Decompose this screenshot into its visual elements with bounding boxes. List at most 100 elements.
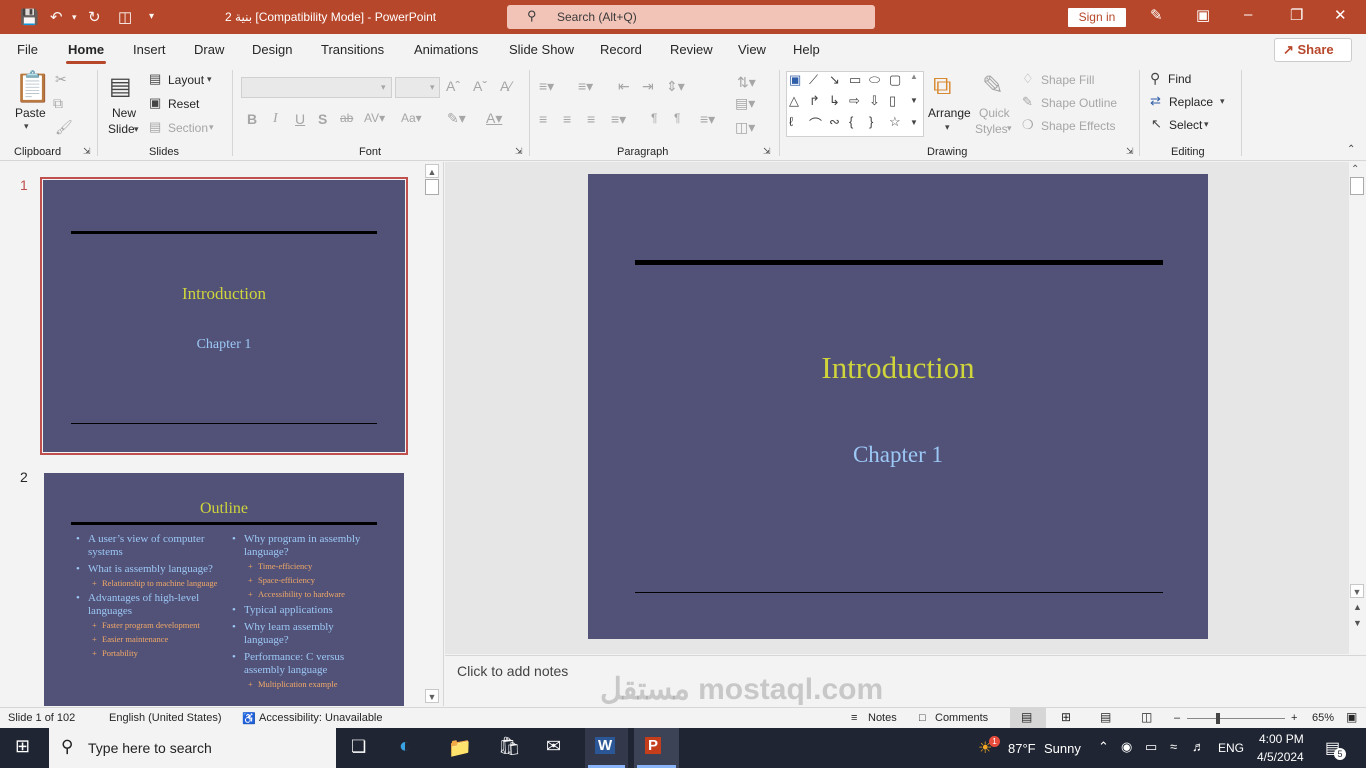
new-slide-label-2[interactable]: Slide xyxy=(108,122,135,136)
oval-shape-icon[interactable]: ⬭ xyxy=(869,72,880,88)
columns-icon[interactable]: ≡▾ xyxy=(700,111,715,128)
select-button[interactable]: Select xyxy=(1169,118,1202,132)
select-icon[interactable]: ↖ xyxy=(1151,116,1162,132)
slide-thumbnail-1[interactable]: Introduction Chapter 1 xyxy=(40,177,408,455)
tab-help[interactable]: Help xyxy=(793,42,820,57)
new-slide-dropdown-icon[interactable]: ▾ xyxy=(134,124,139,135)
layout-dropdown-icon[interactable]: ▾ xyxy=(207,74,212,85)
accessibility-status[interactable]: Accessibility: Unavailable xyxy=(259,712,383,724)
shape-outline-icon[interactable]: ✎ xyxy=(1022,94,1033,110)
scroll-down-icon[interactable]: ▼ xyxy=(1350,584,1364,598)
quick-styles-icon[interactable]: ✎ xyxy=(982,70,1004,101)
clipboard-launcher-icon[interactable]: ⇲ xyxy=(83,146,91,157)
arrow-line-shape-icon[interactable]: ↘ xyxy=(829,72,840,88)
line-spacing-icon[interactable]: ⇕▾ xyxy=(666,78,685,95)
triangle-shape-icon[interactable]: △ xyxy=(789,93,799,109)
tab-home[interactable]: Home xyxy=(65,42,107,64)
shape-fill-icon[interactable]: ♢ xyxy=(1022,71,1034,87)
text-direction-icon[interactable]: ⇅▾ xyxy=(737,74,756,91)
notes-icon[interactable]: ≡ xyxy=(851,712,857,724)
highlight-icon[interactable]: ✎▾ xyxy=(447,110,466,127)
character-spacing-icon[interactable]: AV▾ xyxy=(364,111,385,125)
paste-dropdown-icon[interactable]: ▾ xyxy=(24,121,29,132)
layout-icon[interactable]: ▤ xyxy=(149,71,161,87)
notes-pane[interactable]: Click to add notes xyxy=(445,655,1366,706)
shape-effects-icon[interactable]: ❍ xyxy=(1022,117,1034,133)
mail-icon[interactable]: ✉ xyxy=(546,736,561,757)
meet-now-icon[interactable]: ◉ xyxy=(1121,739,1132,755)
font-size-dropdown-icon[interactable]: ▾ xyxy=(430,82,435,93)
reset-button[interactable]: Reset xyxy=(168,97,199,111)
zoom-level[interactable]: 65% xyxy=(1312,712,1334,724)
save-icon[interactable]: 💾 xyxy=(20,8,39,26)
arrange-button[interactable]: Arrange xyxy=(928,106,971,120)
copy-icon[interactable]: ⧉ xyxy=(53,95,63,112)
tab-design[interactable]: Design xyxy=(252,42,292,57)
zoom-in-icon[interactable]: + xyxy=(1291,712,1297,724)
freeform-shape-icon[interactable]: ℓ xyxy=(789,114,793,129)
increase-font-icon[interactable]: Aˆ xyxy=(446,78,460,94)
next-slide-icon[interactable]: ▼ xyxy=(1353,618,1362,628)
collapse-ribbon-icon[interactable]: ⌃ xyxy=(1347,144,1355,155)
gallery-up-icon[interactable]: ▲ xyxy=(910,72,918,81)
scroll-up-icon[interactable]: ⌃ xyxy=(1351,164,1359,175)
scroll-up-icon[interactable]: ▲ xyxy=(425,164,439,178)
file-explorer-icon[interactable]: 📁 xyxy=(448,736,472,760)
clock-date[interactable]: 4/5/2024 xyxy=(1257,750,1304,764)
select-dropdown-icon[interactable]: ▾ xyxy=(1204,119,1209,130)
ribbon-display-icon[interactable]: ▣ xyxy=(1196,6,1210,24)
ltr-icon[interactable]: ¶ xyxy=(651,111,657,125)
slide-show-icon[interactable]: ◫ xyxy=(1141,710,1152,724)
elbow-connector-shape-icon[interactable]: ↱ xyxy=(809,93,820,109)
tab-draw[interactable]: Draw xyxy=(194,42,224,57)
quick-styles-label-2[interactable]: Styles xyxy=(975,122,1008,136)
accessibility-icon[interactable]: ♿ xyxy=(242,712,256,725)
font-color-icon[interactable]: A▾ xyxy=(486,110,502,127)
rtl-icon[interactable]: ¶ xyxy=(674,111,680,125)
star-shape-icon[interactable]: ☆ xyxy=(889,114,901,130)
undo-dropdown-icon[interactable]: ▾ xyxy=(72,12,77,23)
battery-icon[interactable]: ▭ xyxy=(1145,739,1157,755)
store-icon[interactable]: 🛍 xyxy=(498,736,521,757)
scroll-thumb[interactable] xyxy=(1350,177,1364,195)
find-button[interactable]: Find xyxy=(1168,72,1191,86)
right-arrow-shape-icon[interactable]: ⇨ xyxy=(849,93,860,109)
fit-slide-icon[interactable]: ▣ xyxy=(1346,710,1357,724)
taskbar-search-box[interactable]: ⚲ Type here to search xyxy=(49,728,336,768)
quick-styles-dropdown-icon[interactable]: ▾ xyxy=(1007,123,1012,134)
section-dropdown-icon[interactable]: ▾ xyxy=(209,122,214,133)
gallery-more-icon[interactable]: ▼ xyxy=(910,118,918,127)
section-button[interactable]: Section xyxy=(168,121,208,135)
line-shape-icon[interactable]: ⟋ xyxy=(809,72,818,88)
section-icon[interactable]: ▤ xyxy=(149,119,161,135)
align-text-icon[interactable]: ▤▾ xyxy=(735,95,755,112)
search-box[interactable]: ⚲ Search (Alt+Q) xyxy=(507,5,875,29)
new-slide-icon[interactable]: ▤ xyxy=(109,72,132,101)
tab-transitions[interactable]: Transitions xyxy=(321,42,384,57)
weather-text[interactable]: Sunny xyxy=(1044,741,1081,756)
shape-effects-button[interactable]: Shape Effects xyxy=(1041,119,1116,133)
tab-animations[interactable]: Animations xyxy=(414,42,478,57)
tab-file[interactable]: File xyxy=(17,42,38,57)
editor-scrollbar[interactable]: ⌃ ▼ ▲ ▼ xyxy=(1349,162,1366,654)
font-name-select[interactable] xyxy=(241,77,392,98)
scroll-thumb[interactable] xyxy=(425,179,439,195)
shape-outline-button[interactable]: Shape Outline xyxy=(1041,96,1117,110)
paragraph-launcher-icon[interactable]: ⇲ xyxy=(763,146,771,157)
down-arrow-shape-icon[interactable]: ⇩ xyxy=(869,93,880,109)
minimize-icon[interactable]: – xyxy=(1244,6,1252,23)
arc-shape-icon[interactable]: ⌒ xyxy=(809,114,822,133)
zoom-slider-thumb[interactable] xyxy=(1216,713,1220,724)
cut-icon[interactable]: ✂ xyxy=(55,71,67,88)
elbow-arrow-shape-icon[interactable]: ↳ xyxy=(829,93,840,109)
present-icon[interactable]: ◫ xyxy=(118,8,132,26)
customize-toolbar-icon[interactable]: ▾ xyxy=(149,11,154,22)
zoom-slider[interactable] xyxy=(1187,718,1285,719)
share-button[interactable]: ↗ Share xyxy=(1274,38,1352,62)
rectangle-shape-icon[interactable]: ▭ xyxy=(849,72,861,88)
zoom-out-icon[interactable]: – xyxy=(1174,712,1180,724)
replace-icon[interactable]: ⇄ xyxy=(1150,93,1161,109)
align-center-icon[interactable]: ≡ xyxy=(563,111,571,127)
arrange-dropdown-icon[interactable]: ▾ xyxy=(945,122,950,133)
quick-styles-label-1[interactable]: Quick xyxy=(979,106,1010,120)
